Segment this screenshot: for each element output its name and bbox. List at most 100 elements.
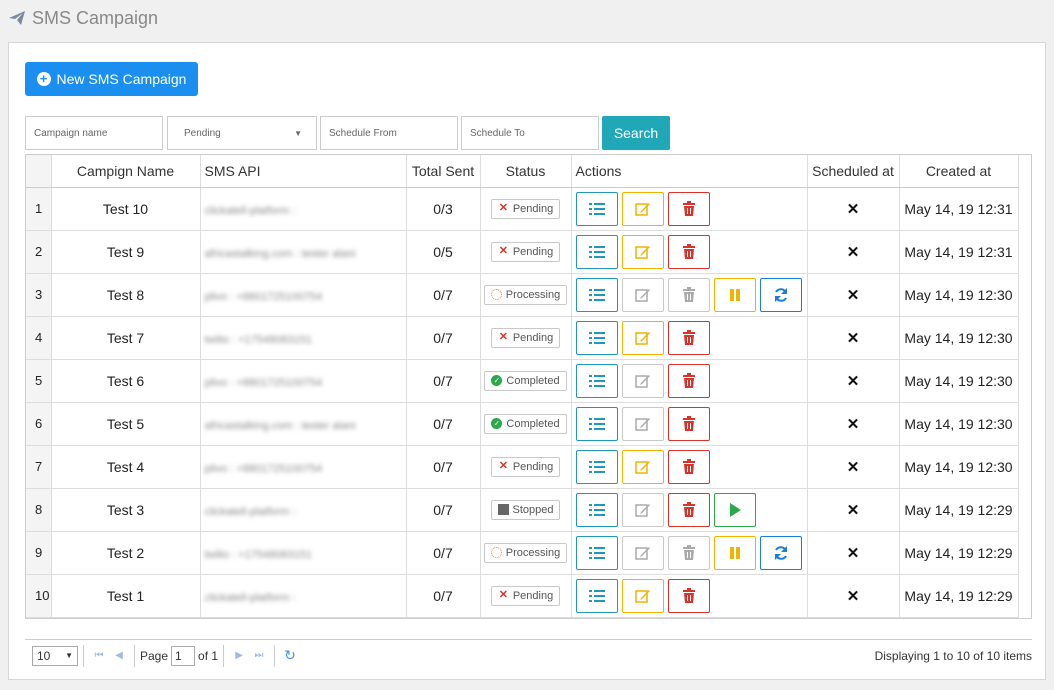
list-button[interactable]	[575, 234, 618, 269]
table-row[interactable]: 9 Test 2 twilio : +17548083151 0/7 Processin…	[26, 531, 1019, 575]
pause-button[interactable]	[713, 535, 756, 570]
col-header-scheduled[interactable]: Scheduled at	[807, 155, 900, 188]
table-row[interactable]: 4 Test 7 twilio : +17548083151 0/7 ✕ Pending ✕…	[26, 316, 1019, 360]
created-at: May 14, 19 12:30	[899, 402, 1019, 446]
edit-icon	[634, 244, 651, 260]
delete-button[interactable]	[667, 234, 710, 269]
col-header-rownum	[26, 155, 52, 188]
row-number: 1	[26, 187, 52, 231]
col-header-name[interactable]: Campign Name	[51, 155, 201, 188]
campaign-name: Test 1	[51, 574, 201, 618]
col-header-sent[interactable]: Total Sent	[406, 155, 481, 188]
delete-button[interactable]	[667, 320, 710, 355]
edit-button[interactable]	[621, 449, 664, 484]
table-row[interactable]: 7 Test 4 plivo : +8801725100754 0/7 ✕ Pending…	[26, 445, 1019, 489]
edit-icon	[634, 588, 651, 604]
list-button[interactable]	[575, 191, 618, 226]
edit-button-disabled[interactable]	[621, 535, 664, 570]
schedule-from-field[interactable]	[320, 116, 458, 150]
refresh-icon[interactable]: ↻	[280, 647, 300, 664]
edit-button-disabled[interactable]	[621, 363, 664, 398]
delete-button[interactable]	[667, 363, 710, 398]
status-badge: ✕ Pending	[490, 327, 561, 348]
next-page-icon[interactable]: ▶	[229, 650, 249, 661]
table-row[interactable]: 6 Test 5 africastalking.com : tester alani…	[26, 402, 1019, 446]
total-sent: 0/7	[406, 531, 481, 575]
delete-button[interactable]	[667, 449, 710, 484]
created-at: May 14, 19 12:29	[899, 531, 1019, 575]
trash-icon	[682, 458, 696, 475]
col-header-created[interactable]: Created at	[899, 155, 1019, 188]
edit-icon	[634, 459, 651, 475]
edit-icon	[634, 416, 651, 432]
list-button[interactable]	[575, 449, 618, 484]
edit-button-disabled[interactable]	[621, 492, 664, 527]
table-row[interactable]: 5 Test 6 plivo : +8801725100754 0/7 ✓ Complet…	[26, 359, 1019, 403]
edit-button-disabled[interactable]	[621, 406, 664, 441]
schedule-to-field[interactable]	[461, 116, 599, 150]
campaign-name: Test 10	[51, 187, 201, 231]
delete-button-disabled[interactable]	[667, 277, 710, 312]
list-button[interactable]	[575, 492, 618, 527]
list-button[interactable]	[575, 363, 618, 398]
row-number: 6	[26, 402, 52, 446]
delete-button[interactable]	[667, 191, 710, 226]
list-icon	[588, 503, 605, 517]
list-button[interactable]	[575, 320, 618, 355]
list-button[interactable]	[575, 535, 618, 570]
list-button[interactable]	[575, 578, 618, 613]
sms-api-value: twilio : +17548083151	[204, 548, 312, 561]
status-badge: Stopped	[490, 499, 561, 520]
col-header-api[interactable]: SMS API	[200, 155, 407, 188]
edit-button[interactable]	[621, 578, 664, 613]
delete-button[interactable]	[667, 406, 710, 441]
table-row[interactable]: 3 Test 8 plivo : +8801725100754 0/7 Processi…	[26, 273, 1019, 317]
actions-cell	[571, 230, 808, 274]
status-text: Pending	[512, 460, 554, 473]
status-text: Completed	[506, 417, 560, 430]
table-row[interactable]: 2 Test 9 africastalking.com : tester alani…	[26, 230, 1019, 274]
schedule-from-input[interactable]	[329, 127, 449, 139]
delete-button-disabled[interactable]	[667, 535, 710, 570]
table-row[interactable]: 8 Test 3 clickatell-platform : 0/7 Stopped ✕…	[26, 488, 1019, 532]
first-page-icon[interactable]: ⏮	[89, 650, 109, 661]
delete-button[interactable]	[667, 492, 710, 527]
sync-button[interactable]	[759, 535, 802, 570]
sync-icon	[773, 287, 789, 303]
prev-page-icon[interactable]: ◀	[109, 650, 129, 661]
delete-button[interactable]	[667, 578, 710, 613]
sync-button[interactable]	[759, 277, 802, 312]
edit-button[interactable]	[621, 191, 664, 226]
edit-button[interactable]	[621, 320, 664, 355]
status-select[interactable]: Pending ▼	[167, 116, 317, 150]
sms-api-value: clickatell-platform :	[204, 204, 296, 217]
table-row[interactable]: 10 Test 1 clickatell-platform : 0/7 ✕ Pendin…	[26, 574, 1019, 618]
total-sent: 0/7	[406, 316, 481, 360]
edit-button[interactable]	[621, 234, 664, 269]
list-button[interactable]	[575, 277, 618, 312]
status-text: Pending	[512, 202, 554, 215]
search-button[interactable]: Search	[602, 116, 670, 150]
total-sent: 0/7	[406, 402, 481, 446]
last-page-icon[interactable]: ⏭	[249, 650, 269, 661]
row-number: 3	[26, 273, 52, 317]
edit-button-disabled[interactable]	[621, 277, 664, 312]
sms-api: clickatell-platform :	[200, 187, 407, 231]
page-size-select[interactable]: 10 ▼	[32, 645, 78, 666]
trash-icon	[682, 200, 696, 217]
new-sms-campaign-button[interactable]: + New SMS Campaign	[25, 62, 198, 96]
schedule-to-input[interactable]	[470, 127, 590, 139]
list-button[interactable]	[575, 406, 618, 441]
table-row[interactable]: 1 Test 10 clickatell-platform : 0/3 ✕ Pendin…	[26, 187, 1019, 231]
play-button[interactable]	[713, 492, 756, 527]
page-number-input[interactable]: 1	[171, 645, 196, 666]
status-cell: ✓ Completed	[480, 402, 572, 446]
pause-button[interactable]	[713, 277, 756, 312]
created-at: May 14, 19 12:31	[899, 230, 1019, 274]
col-header-status[interactable]: Status	[480, 155, 572, 188]
edit-icon	[634, 545, 651, 561]
total-sent: 0/7	[406, 359, 481, 403]
campaign-name-field[interactable]	[25, 116, 163, 150]
campaign-name: Test 4	[51, 445, 201, 489]
campaign-name-input[interactable]	[34, 127, 154, 139]
